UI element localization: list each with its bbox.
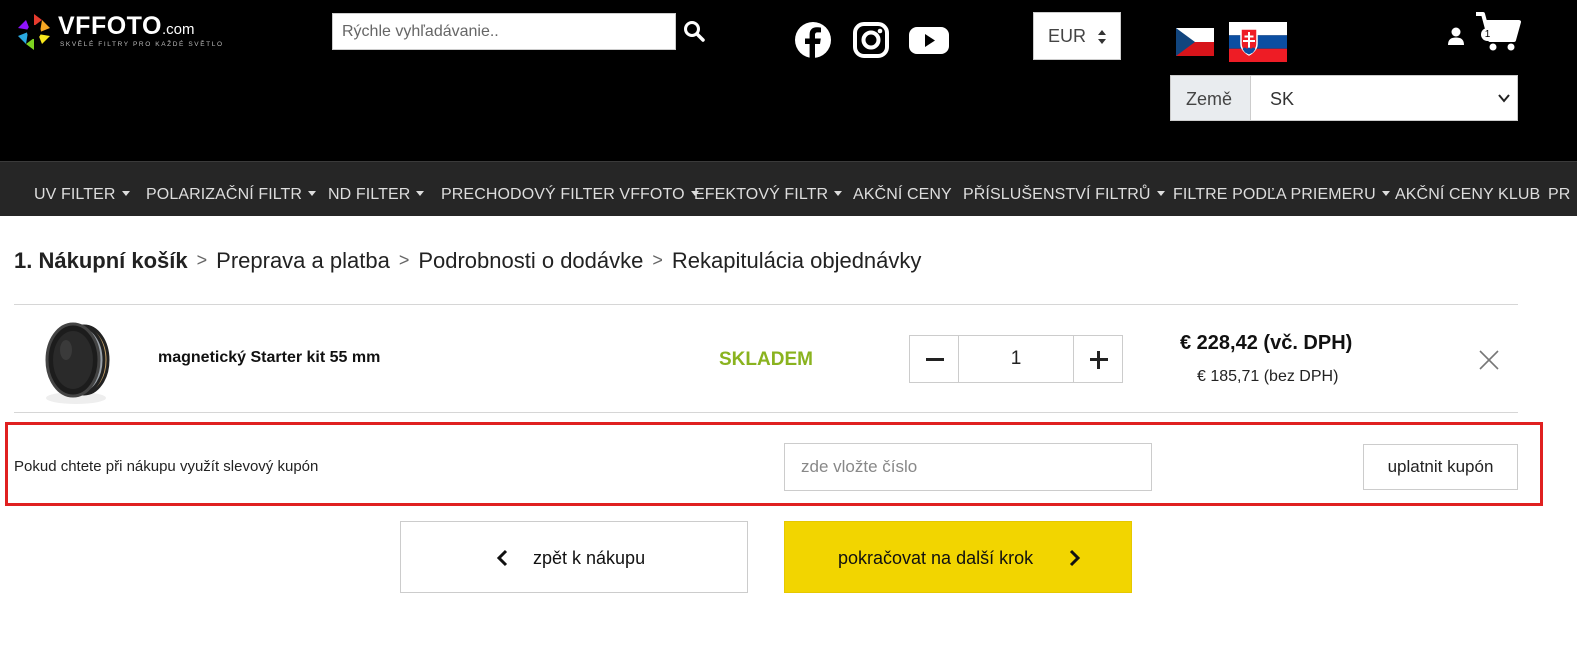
user-icon[interactable]: [1446, 26, 1466, 46]
step-cart: 1. Nákupní košík: [14, 248, 188, 273]
logo-wordmark: VFFOTO.com: [58, 12, 195, 40]
caret-down-icon: [121, 191, 130, 196]
site-logo[interactable]: VFFOTO.com SKVĚLÉ FILTRY PRO KAŽDÉ SVĚTL…: [12, 10, 222, 54]
product-image[interactable]: [36, 320, 116, 406]
country-label: Země: [1171, 76, 1251, 120]
stock-status: SKLADEM: [719, 349, 813, 370]
divider: [14, 304, 1518, 305]
search-input[interactable]: [333, 14, 675, 49]
nav-item-efektovy-filtr[interactable]: EFEKTOVÝ FILTR: [694, 186, 843, 204]
logo-aperture-icon: [18, 14, 50, 50]
czech-flag-icon[interactable]: [1176, 28, 1214, 56]
coupon-code-input[interactable]: [784, 443, 1152, 491]
cart-count-badge: 1: [1481, 28, 1494, 41]
country-select[interactable]: SK: [1251, 76, 1517, 120]
quantity-decrease-button[interactable]: [909, 335, 959, 383]
product-name[interactable]: magnetický Starter kit 55 mm: [158, 349, 380, 367]
country-value: SK: [1270, 89, 1295, 109]
select-arrows-icon: [1098, 30, 1106, 44]
chevron-down-icon: [1498, 94, 1510, 103]
nav-item-prislusenstvi[interactable]: PŘÍSLUŠENSTVÍ FILTRŮ: [963, 186, 1165, 204]
nav-item-uv-filter[interactable]: UV FILTER: [34, 186, 130, 204]
step-separator: >: [398, 250, 410, 270]
continue-button-label: pokračovat na další krok: [838, 548, 1034, 568]
nav-item-nd-filter[interactable]: ND FILTER: [328, 186, 425, 204]
currency-select[interactable]: EUR: [1033, 12, 1121, 60]
currency-value: EUR: [1048, 26, 1087, 46]
caret-down-icon: [1156, 191, 1165, 196]
logo-tagline: SKVĚLÉ FILTRY PRO KAŽDÉ SVĚTLO: [60, 41, 224, 48]
nav-item-akcni-ceny-klub[interactable]: AKČNÍ CENY KLUB: [1395, 186, 1540, 204]
continue-button[interactable]: pokračovat na další krok: [784, 521, 1132, 593]
price-without-vat: € 185,71 (bez DPH): [1197, 368, 1339, 385]
nav-item-prechodovy-filter[interactable]: PRECHODOVÝ FILTER VFFOTO: [441, 186, 699, 204]
nav-item-akcni-ceny[interactable]: AKČNÍ CENY: [853, 186, 952, 204]
caret-down-icon: [1381, 191, 1390, 196]
step-order-summary[interactable]: Rekapitulácia objednávky: [672, 248, 922, 274]
chevron-right-icon: [1069, 549, 1081, 567]
back-button-label: zpět k nákupu: [533, 548, 646, 568]
youtube-icon[interactable]: [907, 20, 951, 60]
slovak-flag-icon[interactable]: [1229, 22, 1287, 62]
caret-down-icon: [834, 191, 843, 196]
search-icon[interactable]: [682, 19, 708, 45]
step-shipping-payment[interactable]: Preprava a platba: [216, 248, 390, 274]
search-box: [332, 13, 676, 50]
divider: [14, 412, 1518, 413]
price-with-vat: € 228,42 (vč. DPH): [1180, 332, 1353, 354]
step-separator: >: [652, 250, 663, 270]
coupon-label: Pokud chtete při nákupu využít slevový k…: [14, 458, 319, 475]
checkout-steps: 1. Nákupní košík > Preprava a platba > Podro…: [14, 248, 921, 274]
apply-coupon-button[interactable]: uplatnit kupón: [1363, 444, 1518, 490]
chevron-left-icon: [496, 549, 508, 567]
facebook-icon[interactable]: [793, 20, 833, 60]
nav-item-truncated[interactable]: PR: [1548, 186, 1570, 204]
remove-item-icon[interactable]: [1478, 349, 1500, 371]
nav-item-filtre-podla-priemeru[interactable]: FILTRE PODĽA PRIEMERU: [1173, 186, 1390, 204]
quantity-increase-button[interactable]: [1073, 335, 1123, 383]
site-header: VFFOTO.com SKVĚLÉ FILTRY PRO KAŽDÉ SVĚTL…: [0, 0, 1577, 161]
country-picker: Země SK: [1170, 75, 1518, 121]
instagram-icon[interactable]: [851, 20, 891, 60]
quantity-input[interactable]: [958, 335, 1074, 383]
back-to-shop-button[interactable]: zpět k nákupu: [400, 521, 748, 593]
step-separator: >: [196, 250, 208, 270]
nav-item-polarizacni-filtr[interactable]: POLARIZAČNÍ FILTR: [146, 186, 317, 204]
step-delivery-details[interactable]: Podrobnosti o dodávke: [418, 248, 643, 274]
main-nav: UV FILTER POLARIZAČNÍ FILTR ND FILTER PR…: [0, 161, 1577, 216]
caret-down-icon: [308, 191, 317, 196]
caret-down-icon: [416, 191, 425, 196]
